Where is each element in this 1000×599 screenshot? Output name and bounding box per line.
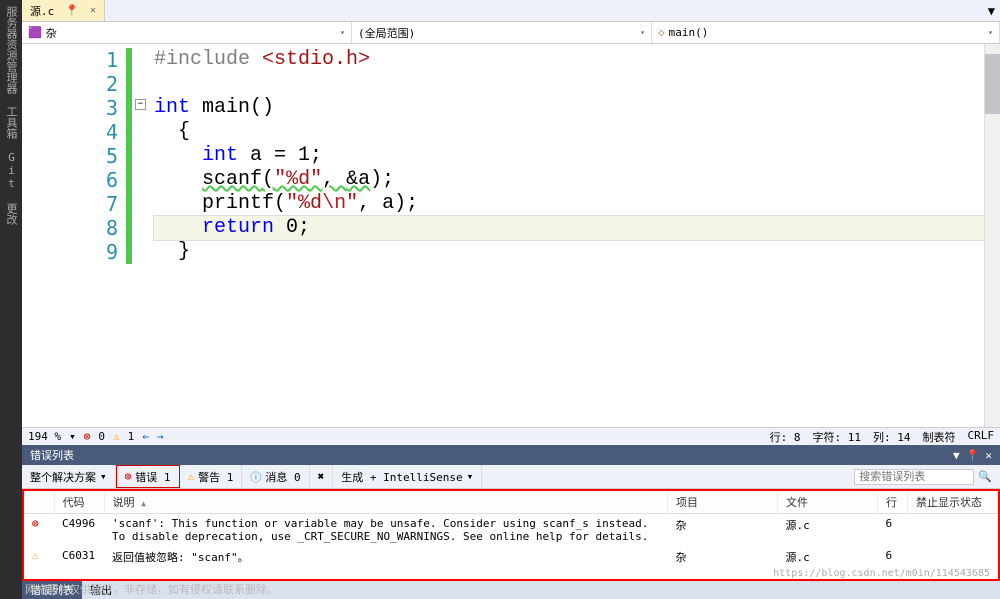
error-table: 代码 说明 ▲ 项目 文件 行 禁止显示状态 ⊗ C4996 'scanf': … — [24, 491, 998, 568]
error-toolbar: 整个解决方案 ▾ ⊗错误 1 ⚠警告 1 ⓘ消息 0 ✖ 生成 + Intell… — [22, 465, 1000, 489]
messages-filter-button[interactable]: ⓘ消息 0 — [242, 465, 309, 488]
line-number: 5 — [22, 144, 126, 168]
pin-icon[interactable]: 📍 — [60, 4, 84, 17]
line-number: 9 — [22, 240, 126, 264]
nav-scope-project[interactable]: 🟪 杂 ▾ — [22, 22, 352, 43]
scope-dropdown[interactable]: 整个解决方案 ▾ — [22, 465, 116, 488]
code-line-active: return 0; — [154, 216, 1000, 240]
line-ending[interactable]: CRLF — [968, 429, 995, 445]
watermark-url: https://blog.csdn.net/m0in/114543685 — [773, 568, 990, 579]
error-file: 源.c — [778, 546, 878, 568]
warning-icon: ⚠ — [32, 549, 39, 562]
file-tab-active[interactable]: 源.c 📍 ✕ — [22, 0, 105, 21]
pin-icon[interactable]: 📍 — [966, 449, 980, 462]
code-line: scanf("%d", &a); — [154, 168, 1000, 192]
file-tab-bar: 源.c 📍 ✕ ▼ — [22, 0, 1000, 22]
activity-sidebar: 服务器资源管理器 工具箱 Git 更改 — [0, 0, 22, 599]
code-line: #include <stdio.h> — [154, 48, 1000, 72]
warning-count: 1 — [128, 430, 135, 443]
warnings-filter-button[interactable]: ⚠警告 1 — [180, 465, 243, 488]
close-icon[interactable]: ✕ — [985, 449, 992, 462]
error-desc: 'scanf': This function or variable may b… — [104, 514, 668, 547]
file-tab-name: 源.c — [30, 3, 54, 19]
nav-scope2-label: (全局范围) — [358, 25, 415, 41]
nav-scope-global[interactable]: (全局范围) ▾ — [352, 22, 652, 43]
error-desc: 返回值被忽略: "scanf"。 — [104, 546, 668, 568]
code-line: int main() — [154, 96, 1000, 120]
col-file[interactable]: 文件 — [778, 491, 878, 514]
code-line: { — [154, 120, 1000, 144]
code-line: } — [154, 240, 1000, 264]
cursor-char: 字符: 11 — [813, 429, 862, 445]
build-filter-dropdown[interactable]: 生成 + IntelliSense ▾ — [333, 465, 482, 488]
error-line: 6 — [878, 546, 908, 568]
error-code: C6031 — [54, 546, 104, 568]
cursor-col: 列: 14 — [873, 429, 911, 445]
col-desc[interactable]: 说明 ▲ — [104, 491, 668, 514]
table-row[interactable]: ⚠ C6031 返回值被忽略: "scanf"。 杂 源.c 6 — [24, 546, 998, 568]
sidebar-tab-toolbox[interactable]: 工具箱 — [0, 100, 22, 145]
dropdown-icon[interactable]: ▼ — [953, 449, 960, 462]
function-icon: ◇ — [658, 26, 665, 39]
line-number: 6 — [22, 168, 126, 192]
error-icon: ⊗ — [32, 517, 39, 530]
code-line — [154, 72, 1000, 96]
code-line: printf("%d\n", a); — [154, 192, 1000, 216]
col-project[interactable]: 项目 — [668, 491, 778, 514]
code-editor[interactable]: 1 2 3 4 5 6 7 8 9 − #include <stdio.h> i… — [22, 44, 1000, 427]
errors-filter-button[interactable]: ⊗错误 1 — [116, 465, 180, 488]
code-line: int a = 1; — [154, 144, 1000, 168]
error-code: C4996 — [54, 514, 104, 547]
close-icon[interactable]: ✕ — [90, 5, 96, 16]
scrollbar-thumb[interactable] — [985, 54, 1000, 114]
chevron-down-icon: ▾ — [988, 28, 993, 37]
project-icon: 🟪 — [28, 26, 42, 39]
nav-back-icon[interactable]: ← — [142, 430, 149, 443]
line-number-gutter: 1 2 3 4 5 6 7 8 9 — [22, 44, 126, 427]
navigation-bar: 🟪 杂 ▾ (全局范围) ▾ ◇ main() ▾ — [22, 22, 1000, 44]
line-number: 2 — [22, 72, 126, 96]
line-number: 4 — [22, 120, 126, 144]
tab-mode[interactable]: 制表符 — [923, 429, 956, 445]
error-count: 0 — [98, 430, 105, 443]
editor-status-bar: 194 % ▾ ⊗0 ⚠1 ← → 行: 8 字符: 11 列: 14 制表符 … — [22, 427, 1000, 445]
table-row[interactable]: ⊗ C4996 'scanf': This function or variab… — [24, 514, 998, 547]
nav-scope-function[interactable]: ◇ main() ▾ — [652, 22, 1000, 43]
collapse-toggle[interactable]: − — [135, 99, 146, 110]
error-project: 杂 — [668, 546, 778, 568]
search-icon[interactable]: 🔍 — [978, 470, 992, 483]
error-icon[interactable]: ⊗ — [84, 430, 91, 443]
error-project: 杂 — [668, 514, 778, 547]
line-number: 3 — [22, 96, 126, 120]
nav-forward-icon[interactable]: → — [157, 430, 164, 443]
panel-title: 错误列表 — [30, 447, 74, 463]
cursor-line: 行: 8 — [770, 429, 801, 445]
chevron-down-icon: ▾ — [640, 28, 645, 37]
nav-scope1-label: 杂 — [46, 25, 57, 41]
warning-icon[interactable]: ⚠ — [113, 430, 120, 443]
zoom-level[interactable]: 194 % — [28, 430, 61, 443]
watermark-text: 网络图片仅供展示，非存储，如有侵权请联系删除。 — [25, 581, 278, 597]
col-icon[interactable] — [24, 491, 54, 514]
error-file: 源.c — [778, 514, 878, 547]
clear-button[interactable]: ✖ — [310, 465, 334, 488]
editor-main: 源.c 📍 ✕ ▼ 🟪 杂 ▾ (全局范围) ▾ ◇ main() ▾ 1 2 … — [22, 0, 1000, 445]
line-number: 1 — [22, 48, 126, 72]
nav-scope3-label: main() — [669, 26, 709, 39]
col-line[interactable]: 行 — [878, 491, 908, 514]
search-input[interactable] — [854, 469, 974, 485]
error-panel-header: 错误列表 ▼ 📍 ✕ — [22, 445, 1000, 465]
sidebar-tab-server-explorer[interactable]: 服务器资源管理器 — [0, 0, 22, 100]
tab-overflow: ▼ — [988, 0, 1000, 21]
dropdown-icon[interactable]: ▼ — [988, 4, 995, 18]
line-number: 7 — [22, 192, 126, 216]
col-code[interactable]: 代码 — [54, 491, 104, 514]
line-number: 8 — [22, 216, 126, 240]
error-line: 6 — [878, 514, 908, 547]
sidebar-tab-git[interactable]: Git 更改 — [0, 145, 22, 231]
vertical-scrollbar[interactable] — [984, 44, 1000, 427]
chevron-down-icon: ▾ — [340, 28, 345, 37]
col-suppress[interactable]: 禁止显示状态 — [908, 491, 998, 514]
code-text-area[interactable]: #include <stdio.h> int main() { int a = … — [130, 44, 1000, 427]
